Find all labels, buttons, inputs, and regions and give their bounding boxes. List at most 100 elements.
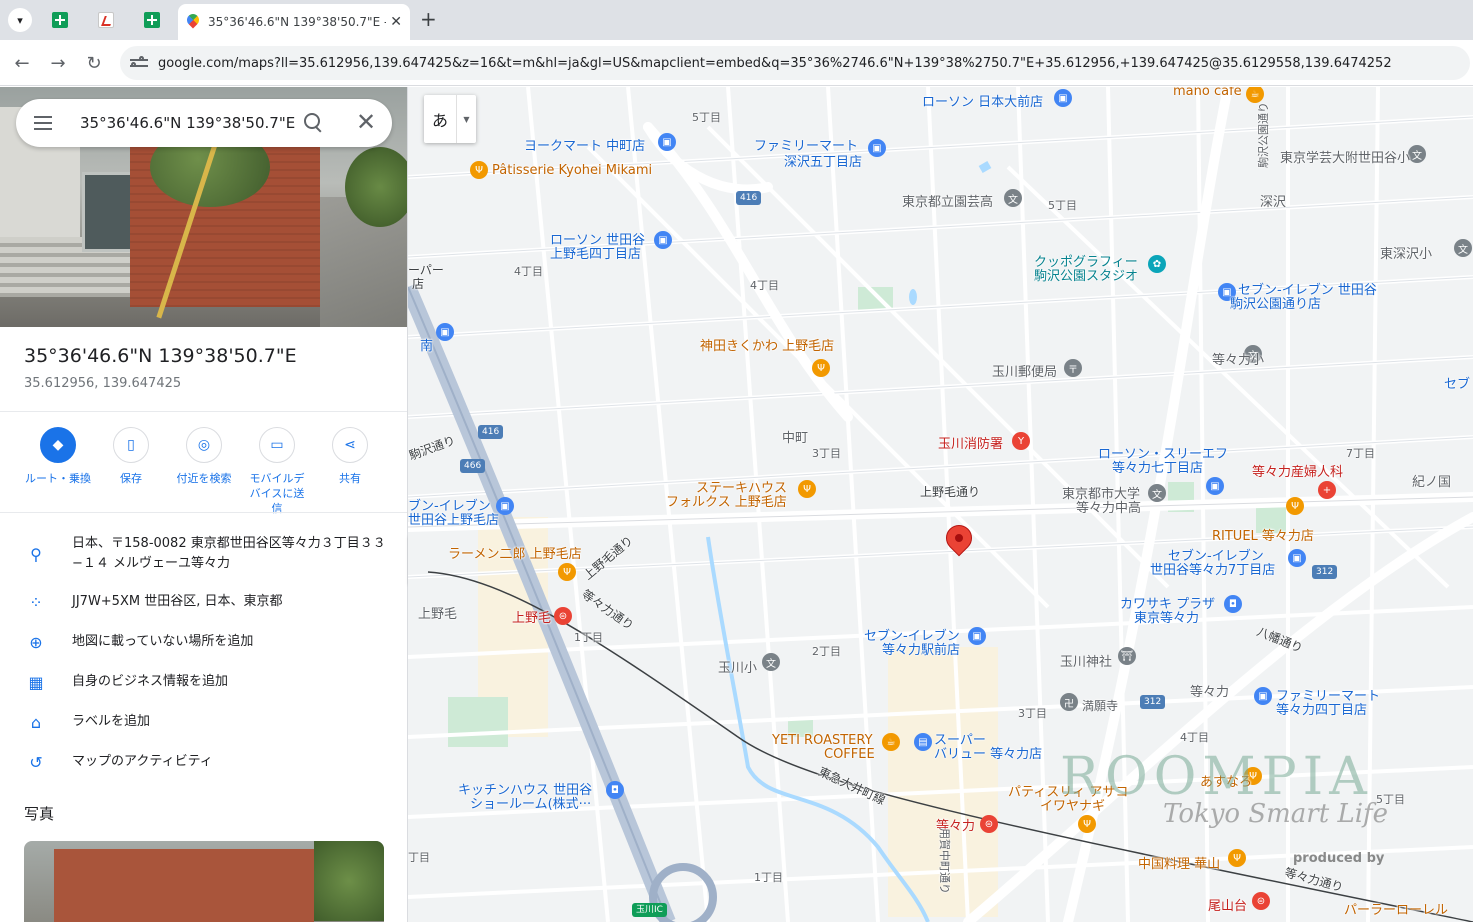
tab-close-icon[interactable]: ✕ [390, 14, 402, 30]
restaurant-icon[interactable]: Ψ [1228, 849, 1246, 867]
map-label[interactable]: 東深沢小 [1380, 243, 1432, 262]
map-label[interactable]: RITUEL 等々力店 [1212, 525, 1314, 544]
train-station-icon[interactable]: ⊜ [1252, 892, 1270, 910]
share-button[interactable]: ⋖ 共有 [312, 427, 388, 486]
convenience-store-icon[interactable]: ▣ [1054, 89, 1072, 107]
map-label[interactable]: 駒沢公園スタジオ [1034, 265, 1138, 284]
studio-icon[interactable]: ✿ [1148, 255, 1166, 273]
map-label[interactable]: 上野毛四丁目店 [550, 243, 641, 262]
map-label[interactable]: Pâtisserie Kyohei Mikami [492, 163, 652, 178]
restaurant-icon[interactable]: Ψ [812, 359, 830, 377]
map-label[interactable]: 上野毛 [512, 607, 551, 626]
school-icon[interactable]: 文 [1004, 189, 1022, 207]
caret-down-icon[interactable]: ▼ [456, 95, 476, 143]
map-label[interactable]: 神田きくかわ 上野毛店 [700, 335, 834, 354]
back-arrow-icon[interactable]: ← [10, 51, 34, 75]
directions-button[interactable]: ◆ ルート・乗換 [20, 427, 96, 486]
menu-icon[interactable] [34, 116, 52, 130]
restaurant-icon[interactable]: Ψ [558, 563, 576, 581]
map-label[interactable]: mano cafe [1173, 87, 1242, 99]
map-label[interactable]: 駒沢公園通り店 [1230, 293, 1321, 312]
map-label[interactable]: 深沢 [1260, 191, 1286, 210]
convenience-store-icon[interactable]: ▣ [654, 231, 672, 249]
map-label[interactable]: ショールーム(株式··· [470, 793, 591, 812]
input-tools-button[interactable]: あ ▼ [424, 95, 476, 143]
post-office-icon[interactable]: 〒 [1064, 359, 1082, 377]
tab-sheets-1[interactable] [40, 6, 80, 34]
tab-pdf[interactable] [86, 6, 126, 34]
site-info-icon[interactable] [130, 56, 148, 70]
map-label[interactable]: 世田谷等々力7丁目店 [1150, 559, 1275, 578]
map-label[interactable]: 等々力四丁目店 [1276, 699, 1367, 718]
tab-google-maps[interactable]: 35°36'46.6"N 139°38'50.7"E - G ✕ [178, 4, 410, 40]
temple-icon[interactable]: 卍 [1060, 693, 1078, 711]
reload-icon[interactable]: ↻ [82, 51, 106, 75]
map-label[interactable]: セブ [1444, 373, 1470, 392]
map-label[interactable]: 等々力駅前店 [882, 639, 960, 658]
school-icon[interactable]: 文 [1454, 239, 1472, 257]
map-canvas[interactable]: あ ▼ ▣ ☕ ▣ ▣ 文 Ψ 文 ▣ 文 ✿ ▣ ▣ 文 〒 Ψ Y ▣ 文 … [408, 87, 1473, 922]
map-label[interactable]: 等々力中高 [1076, 497, 1141, 516]
map-label[interactable]: 深沢五丁目店 [784, 151, 862, 170]
map-label[interactable]: 世田谷上野毛店 [408, 509, 499, 528]
convenience-store-icon[interactable]: ▣ [1254, 687, 1272, 705]
nearby-button[interactable]: ◎ 付近を検索 [166, 427, 242, 486]
shopping-icon[interactable]: ◘ [606, 781, 624, 799]
new-tab-button[interactable]: + [420, 8, 437, 30]
map-label[interactable]: 玉川神社 [1060, 651, 1112, 670]
send-to-phone-button[interactable]: ▭ モバイルデバイスに送信 [239, 427, 315, 516]
map-label[interactable]: 中国料理 華山 [1138, 853, 1220, 872]
convenience-store-icon[interactable]: ▣ [868, 139, 886, 157]
map-label[interactable]: 等々力七丁目店 [1112, 457, 1203, 476]
school-icon[interactable]: 文 [1408, 145, 1426, 163]
supermarket-icon[interactable]: ▤ [914, 733, 932, 751]
fire-station-icon[interactable]: Y [1012, 432, 1030, 450]
close-icon[interactable]: ✕ [356, 109, 376, 135]
map-label[interactable]: 等々力産婦人科 [1252, 461, 1343, 480]
map-label[interactable]: COFFEE [824, 747, 875, 762]
restaurant-icon[interactable]: Ψ [1078, 815, 1096, 833]
photo-thumbnail[interactable] [24, 841, 384, 922]
shrine-icon[interactable]: ⛩ [1118, 647, 1136, 665]
train-station-icon[interactable]: ⊜ [554, 607, 572, 625]
map-label[interactable]: 玉川消防署 [938, 433, 1003, 452]
train-station-icon[interactable]: ⊜ [980, 815, 998, 833]
map-label[interactable]: パーラーローレル [1344, 899, 1448, 918]
search-icon[interactable] [304, 113, 324, 133]
shopping-icon[interactable]: ◘ [1224, 595, 1242, 613]
map-label[interactable]: 東京等々力 [1134, 607, 1199, 626]
hospital-icon[interactable]: + [1318, 481, 1336, 499]
school-icon[interactable]: 文 [762, 653, 780, 671]
cafe-icon[interactable]: ☕ [882, 733, 900, 751]
tab-search-dropdown-icon[interactable]: ▾ [8, 8, 32, 32]
map-label[interactable]: ヨークマート 中町店 [524, 135, 645, 154]
map-label[interactable]: ラーメン二郎 上野毛店 [448, 543, 582, 562]
map-label[interactable]: 玉川郵便局 [992, 361, 1057, 380]
convenience-store-icon[interactable]: ▣ [658, 133, 676, 151]
map-label[interactable]: 東京学芸大附世田谷小 [1280, 147, 1410, 166]
map-label[interactable]: ローソン 日本大前店 [922, 91, 1043, 110]
school-icon[interactable]: 文 [1148, 484, 1166, 502]
map-label[interactable]: YETI ROASTERY [772, 733, 873, 748]
convenience-store-icon[interactable]: ▣ [968, 627, 986, 645]
map-label[interactable]: フォルクス 上野毛店 [666, 491, 787, 510]
restaurant-icon[interactable]: Ψ [470, 161, 488, 179]
map-label[interactable]: 東京都立園芸高 [902, 191, 993, 210]
address-bar[interactable]: google.com/maps?ll=35.612956,139.647425&… [120, 46, 1470, 80]
map-label[interactable]: 紀ノ国 [1412, 471, 1451, 490]
url-text[interactable]: google.com/maps?ll=35.612956,139.647425&… [158, 56, 1392, 71]
restaurant-icon[interactable]: Ψ [798, 480, 816, 498]
map-label[interactable]: 玉川小 [718, 657, 757, 676]
search-input[interactable]: 35°36'46.6"N 139°38'50.7"E [80, 114, 295, 132]
convenience-store-icon[interactable]: ▣ [436, 323, 454, 341]
map-label[interactable]: 尾山台 [1208, 895, 1247, 914]
restaurant-icon[interactable]: Ψ [1286, 497, 1304, 515]
map-label[interactable]: 満願寺 [1082, 697, 1118, 714]
convenience-store-icon[interactable]: ▣ [1206, 477, 1224, 495]
tab-sheets-2[interactable] [132, 6, 172, 34]
save-button[interactable]: ▯ 保存 [93, 427, 169, 486]
map-label[interactable]: バリュー 等々力店 [934, 743, 1042, 762]
forward-arrow-icon[interactable]: → [46, 51, 70, 75]
map-label[interactable]: 等々力小 [1212, 349, 1264, 368]
convenience-store-icon[interactable]: ▣ [1288, 549, 1306, 567]
